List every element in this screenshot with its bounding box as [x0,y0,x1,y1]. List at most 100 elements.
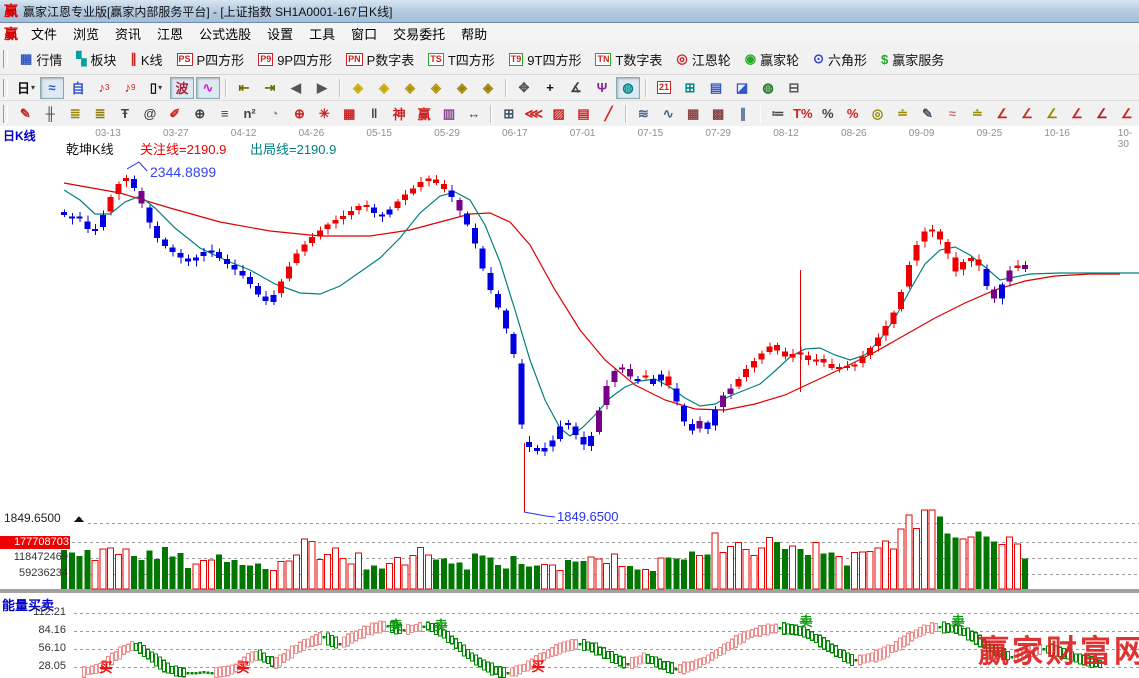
n-square-icon[interactable]: n² [238,103,261,125]
wave-chart-icon[interactable]: 波 [170,77,194,99]
menu-window[interactable]: 窗口 [343,22,385,45]
gold-ladder-1-icon[interactable]: ≣ [64,103,87,125]
toolbar-item-p9-square[interactable]: P99P四方形 [251,47,339,72]
t-percent-icon[interactable]: T% [791,103,814,125]
toolbar-item-p-square[interactable]: PSP四方形 [170,47,252,72]
timeshare-chart-icon[interactable]: ∿ [196,77,220,99]
toolbar-item-t9-square[interactable]: T99T四方形 [502,47,589,72]
fan-box-red-icon[interactable]: ▨ [547,103,570,125]
ruler-horizontal-icon[interactable]: ╫ [39,103,62,125]
gold-level-2-icon[interactable]: ≐ [966,103,989,125]
width-arrows-icon[interactable]: ↔ [462,103,485,125]
star-grid-red-icon[interactable]: ✳ [313,103,336,125]
toolbar-item-gann-wheel[interactable]: ◎江恩轮 [669,47,737,72]
self-info-icon[interactable]: 自 [66,77,90,99]
gann-diamond-3-icon[interactable]: ◈ [398,77,422,99]
percent-line-icon[interactable]: % [841,103,864,125]
ray-tool-icon[interactable]: ╱ [597,103,620,125]
gann-diamond-1-icon[interactable]: ◈ [346,77,370,99]
menu-file[interactable]: 文件 [23,22,65,45]
grid-a-icon[interactable]: ▦ [682,103,705,125]
ticket-grid-icon[interactable]: ▥ [438,103,461,125]
n9-chart-icon[interactable]: ♪9 [118,77,142,99]
crosshair-tool-icon[interactable]: + [538,77,562,99]
menu-trade-entrust[interactable]: 交易委托 [385,22,453,45]
menu-news[interactable]: 资讯 [107,22,149,45]
prev-bar-icon[interactable]: ◀ [284,77,308,99]
menu-help[interactable]: 帮助 [453,22,495,45]
calculator-icon[interactable]: ⊞ [678,77,702,99]
gann-diamond-5-icon[interactable]: ◈ [450,77,474,99]
first-bar-icon[interactable]: ⇤ [232,77,256,99]
gann-tool-icon[interactable]: Ψ [590,77,614,99]
percent-tool-icon[interactable]: % [816,103,839,125]
brush-tool-2-icon[interactable]: ✐ [163,103,186,125]
compass-tool-icon[interactable]: ⊕ [188,103,211,125]
n3-chart-icon[interactable]: ♪3 [92,77,116,99]
k-quote-icon[interactable]: ‖ [363,103,386,125]
gann-diamond-6-icon[interactable]: ◈ [476,77,500,99]
toolbar-item-t-square[interactable]: TST四方形 [421,47,501,72]
menu-browse[interactable]: 浏览 [65,22,107,45]
brush-k-icon[interactable]: ✎ [916,103,939,125]
print-cart-icon[interactable]: ⊟ [782,77,806,99]
grid-red-icon[interactable]: ▦ [338,103,361,125]
toolbar-item-sectors[interactable]: ▚板块 [69,47,123,72]
zigzag-tool-icon[interactable]: ∿ [657,103,680,125]
angle-measure-tool-icon[interactable]: ∡ [564,77,588,99]
f-angle-icon[interactable]: ∠ [1016,103,1039,125]
wave-band-icon[interactable]: ≈ [941,103,964,125]
hatch-tool-icon[interactable]: ≋ [632,103,655,125]
protractor-icon[interactable]: ◔ [263,103,286,125]
toolbar-separator [225,79,227,97]
j-angle-icon[interactable]: ∠ [991,103,1014,125]
toolbar-item-p-number-table[interactable]: PNP数字表 [339,47,421,72]
level-meter-icon[interactable]: ≔ [766,103,789,125]
hand-tool-icon[interactable]: ✥ [512,77,536,99]
shen-angle-icon[interactable]: ∠ [1066,103,1089,125]
win-angle-icon[interactable]: ∠ [1090,103,1113,125]
kline-chart[interactable] [0,126,1139,678]
period-day-icon[interactable]: 日▾ [14,77,38,99]
menu-tools[interactable]: 工具 [301,22,343,45]
f-ruler-icon[interactable]: Ŧ [114,103,137,125]
toolbar-item-hexagon[interactable]: ⊙六角形 [806,47,874,72]
shen-tool-icon[interactable]: 神 [388,103,411,125]
menu-settings[interactable]: 设置 [259,22,301,45]
four-angle-icon[interactable]: ∠ [1115,103,1138,125]
chart-lines-icon[interactable]: ≈ [40,77,64,99]
square-frame-tool-icon[interactable]: ⊞ [497,103,520,125]
fan-red-icon[interactable]: ⋘ [522,103,545,125]
brush-tool-icon[interactable]: ✎ [14,103,37,125]
candle-type-icon[interactable]: ▯▾ [144,77,168,99]
next-bar-icon[interactable]: ▶ [310,77,334,99]
spiral-tool-icon[interactable]: @ [138,103,161,125]
last-bar-icon[interactable]: ⇥ [258,77,282,99]
brain-tool-icon[interactable]: ◍ [616,77,640,99]
toolbar-item-kline[interactable]: ∥K线 [123,47,169,72]
gann-diamond-4-icon[interactable]: ◈ [424,77,448,99]
low-marker-triangle [74,516,84,522]
parallel-lines-icon[interactable]: ∥ [732,103,755,125]
toolbar-item-winner-wheel[interactable]: ◉赢家轮 [738,47,806,72]
gold-ladder-2-icon[interactable]: ≣ [89,103,112,125]
gold-circle-icon[interactable]: ◎ [866,103,889,125]
toolbar-item-winner-service[interactable]: $赢家服务 [874,47,951,72]
gold-angle-icon[interactable]: ∠ [1041,103,1064,125]
gold-level-icon[interactable]: ≐ [891,103,914,125]
menu-gann[interactable]: 江恩 [149,22,191,45]
menu-bar: 赢 文件浏览资讯江恩公式选股设置工具窗口交易委托帮助 [0,23,1139,45]
menu-formula-stock-pick[interactable]: 公式选股 [191,22,259,45]
grid-b-icon[interactable]: ▩ [707,103,730,125]
comb-lines-icon[interactable]: ≡ [213,103,236,125]
web-export-icon[interactable]: ◍ [756,77,780,99]
toolbar-item-quotes[interactable]: ▦行情 [13,47,69,72]
win-tool-icon[interactable]: 赢 [413,103,436,125]
fan-grid-red-icon[interactable]: ▤ [572,103,595,125]
toolbar-item-t-number-table[interactable]: TNT数字表 [588,47,669,72]
save-icon[interactable]: ◪ [730,77,754,99]
gann-diamond-2-icon[interactable]: ◈ [372,77,396,99]
calendar-icon[interactable]: 21 [652,77,676,99]
target-red-icon[interactable]: ⊕ [288,103,311,125]
notepad-icon[interactable]: ▤ [704,77,728,99]
